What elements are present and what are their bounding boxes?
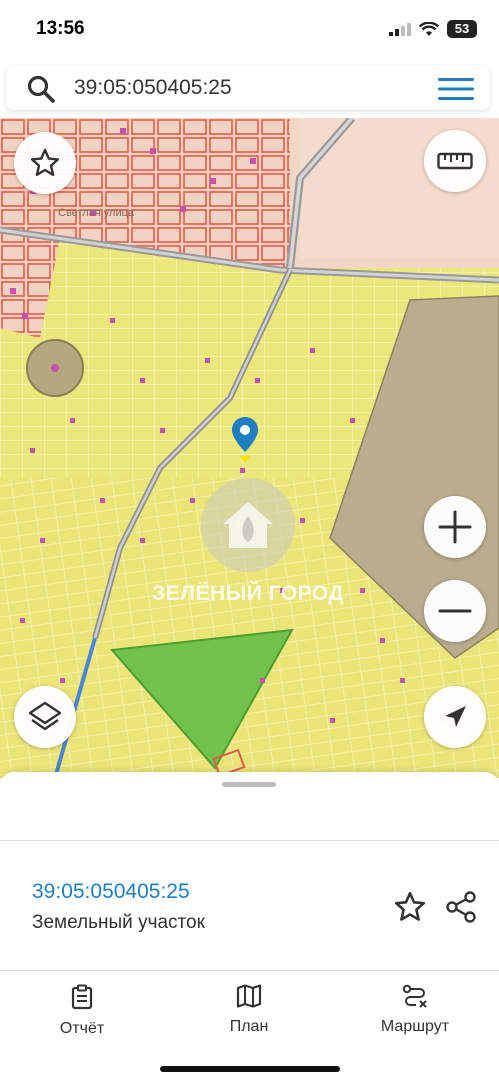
plus-icon: [438, 510, 472, 544]
layers-button[interactable]: [14, 686, 76, 748]
search-bar[interactable]: 39:05:050405:25: [6, 66, 490, 110]
sheet-divider: [0, 840, 499, 841]
nav-route[interactable]: Маршрут: [355, 984, 475, 1036]
wifi-icon: [419, 21, 439, 36]
battery-indicator: 53: [447, 20, 477, 38]
home-indicator: [160, 1066, 340, 1072]
house-logo-icon: [201, 478, 295, 572]
ruler-icon: [437, 152, 473, 170]
status-icons: 53: [389, 20, 477, 38]
bottom-navigation: Отчёт План Маршрут: [0, 972, 499, 1052]
minus-icon: [438, 609, 472, 613]
map-pin-icon[interactable]: [231, 416, 259, 464]
nav-route-label: Маршрут: [380, 1018, 450, 1035]
search-icon[interactable]: [26, 74, 56, 104]
ruler-button[interactable]: [424, 130, 486, 192]
watermark: ЗЕЛЁНЫЙ ГОРОД: [148, 478, 348, 606]
nav-report[interactable]: Отчёт: [22, 984, 142, 1038]
watermark-text: ЗЕЛЁНЫЙ ГОРОД: [152, 582, 344, 605]
object-type-label: Земельный участок: [32, 912, 205, 933]
nav-plan[interactable]: План: [189, 984, 309, 1036]
zoom-in-button[interactable]: [424, 496, 486, 558]
star-icon: [30, 148, 60, 176]
map-icon: [236, 984, 262, 1008]
status-time: 13:56: [36, 18, 85, 39]
layers-icon: [28, 701, 62, 731]
status-bar: 13:56 53: [0, 0, 499, 60]
signal-icon: [389, 23, 411, 36]
nav-report-label: Отчёт: [59, 1020, 105, 1037]
menu-icon[interactable]: [438, 77, 474, 101]
cadastral-number-link[interactable]: 39:05:050405:25: [32, 880, 190, 904]
bottom-sheet[interactable]: 39:05:050405:25 Земельный участок Отчёт: [0, 772, 499, 1080]
favorite-button[interactable]: [14, 132, 76, 194]
zoom-out-button[interactable]: [424, 580, 486, 642]
nav-divider: [0, 970, 499, 971]
my-location-button[interactable]: [424, 686, 486, 748]
route-icon: [402, 984, 427, 1008]
navigation-arrow-icon: [445, 706, 466, 727]
favorite-star-icon[interactable]: [393, 890, 427, 924]
nav-plan-label: План: [229, 1018, 269, 1035]
share-icon[interactable]: [444, 890, 478, 924]
map-view[interactable]: Светлая улица ЗЕЛЁНЫЙ ГОРОД: [0, 118, 499, 778]
report-icon: [71, 984, 93, 1010]
search-input[interactable]: 39:05:050405:25: [74, 76, 232, 100]
drag-handle[interactable]: [222, 782, 276, 787]
street-label: Светлая улица: [58, 207, 135, 219]
